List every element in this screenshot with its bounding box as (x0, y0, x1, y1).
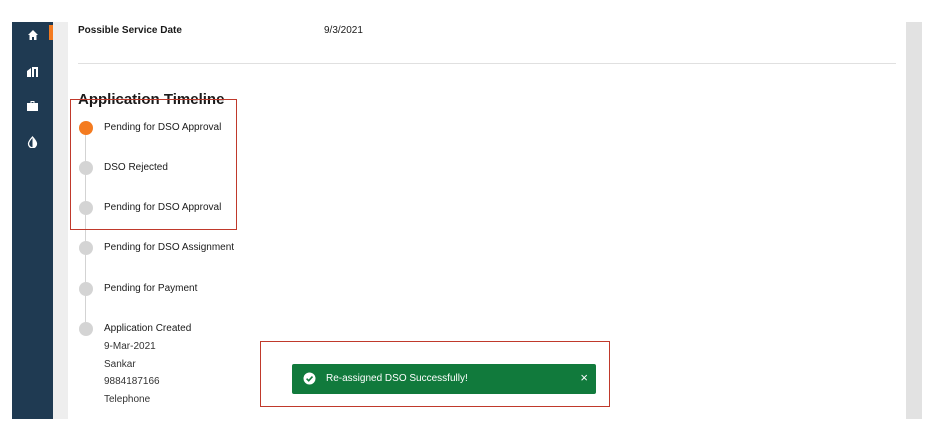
active-indicator (49, 25, 53, 40)
briefcase-icon[interactable] (12, 98, 53, 114)
application-created-phone: 9884187166 (104, 376, 160, 387)
timeline-step-label: Pending for Payment (104, 283, 198, 294)
scrollbar-track[interactable] (906, 22, 922, 419)
timeline-dot (79, 282, 93, 296)
success-toast: Re-assigned DSO Successfully! × (292, 364, 596, 394)
possible-service-date-value: 9/3/2021 (324, 25, 363, 36)
close-icon[interactable]: × (580, 370, 588, 386)
application-created-date: 9-Mar-2021 (104, 341, 156, 352)
toast-message: Re-assigned DSO Successfully! (326, 373, 468, 384)
highlight-box-timeline (70, 99, 237, 230)
contrast-icon[interactable] (12, 134, 53, 150)
timeline-dot (79, 322, 93, 336)
application-created-channel: Telephone (104, 394, 151, 405)
timeline-step-label: Pending for DSO Assignment (104, 242, 235, 253)
sidebar (12, 22, 53, 419)
divider (78, 63, 896, 64)
timeline-step-label: Application Created (104, 323, 192, 334)
application-created-by: Sankar (104, 359, 136, 370)
home-icon[interactable] (12, 27, 53, 43)
city-icon[interactable] (12, 63, 53, 79)
check-circle-icon (303, 372, 316, 385)
possible-service-date-label: Possible Service Date (78, 25, 182, 36)
timeline-dot (79, 241, 93, 255)
